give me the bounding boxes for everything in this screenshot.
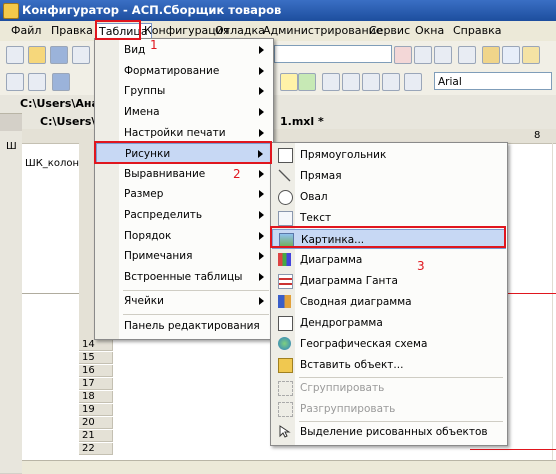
menu-bar: Файл Правка Таблица Конфигурация Отладка… xyxy=(0,21,556,42)
row-header[interactable]: 21 xyxy=(79,430,113,442)
app-icon xyxy=(3,3,19,19)
menu-item-distribute[interactable]: Распределить xyxy=(96,205,272,225)
left-panel: Ш xyxy=(0,131,23,473)
row-header[interactable]: 20 xyxy=(79,417,113,429)
annotation-box-3 xyxy=(270,226,506,248)
row-header[interactable]: 14 xyxy=(79,339,113,351)
help-icon[interactable] xyxy=(502,46,520,64)
window-title: Конфигуратор - АСП.Сборщик товаров xyxy=(22,3,282,17)
page-border-line-2 xyxy=(470,449,556,450)
insert-object-icon xyxy=(278,358,293,373)
row-header[interactable]: 22 xyxy=(79,443,113,455)
row-header[interactable]: 15 xyxy=(79,352,113,364)
new-document-icon[interactable] xyxy=(6,46,24,64)
grid-icon[interactable] xyxy=(52,73,70,91)
outer-doc-tab[interactable]: C:\Users\Ана xyxy=(0,95,556,114)
annotation-box-2 xyxy=(94,141,272,164)
menu-item-dendrogram[interactable]: Дендрограмма xyxy=(272,313,506,333)
outer-doc-path: C:\Users\Ана xyxy=(20,97,99,110)
align-center-icon[interactable] xyxy=(342,73,360,91)
dendrogram-icon xyxy=(278,316,293,331)
horizontal-scrollbar[interactable] xyxy=(22,460,556,474)
menu-help[interactable]: Справка xyxy=(450,23,504,39)
format-toolbar: Arial xyxy=(0,68,556,96)
clear-icon[interactable] xyxy=(394,46,412,64)
menu-item-gantt[interactable]: Диаграмма Ганта xyxy=(272,271,506,291)
table-menu: Вид Форматирование Группы Имена Настройк… xyxy=(94,38,274,340)
menu-windows[interactable]: Окна xyxy=(412,23,447,39)
menu-item-embedded-tables[interactable]: Встроенные таблицы xyxy=(96,267,272,287)
menu-item-notes[interactable]: Примечания xyxy=(96,246,272,266)
menu-item-oval[interactable]: Овал xyxy=(272,187,506,207)
rectangle-icon xyxy=(278,148,293,163)
line-icon xyxy=(278,169,291,182)
document-icon[interactable] xyxy=(522,46,540,64)
font-name-select[interactable]: Arial xyxy=(434,72,552,90)
menu-item-order[interactable]: Порядок xyxy=(96,226,272,246)
save-icon[interactable] xyxy=(50,46,68,64)
menu-item-ungroup: Разгруппировать xyxy=(272,399,506,419)
cut-icon[interactable] xyxy=(72,46,90,64)
justify-icon[interactable] xyxy=(382,73,400,91)
menu-item-geo-scheme[interactable]: Географическая схема xyxy=(272,334,506,354)
menu-item-groups[interactable]: Группы xyxy=(96,81,272,101)
globe-icon xyxy=(278,337,291,350)
left-marker: Ш xyxy=(6,141,17,152)
cursor-icon xyxy=(278,425,291,438)
menu-item-names[interactable]: Имена xyxy=(96,102,272,122)
row-header[interactable]: 19 xyxy=(79,404,113,416)
gantt-icon xyxy=(278,274,293,289)
fill-color-icon[interactable] xyxy=(280,73,298,91)
annotation-number-1: 1 xyxy=(150,38,158,52)
properties-icon[interactable] xyxy=(28,73,46,91)
menu-item-rectangle[interactable]: Прямоугольник xyxy=(272,145,506,165)
menu-service[interactable]: Сервис xyxy=(366,23,413,39)
menu-item-chart[interactable]: Диаграмма xyxy=(272,250,506,270)
menu-file[interactable]: Файл xyxy=(8,23,44,39)
row-header[interactable]: 17 xyxy=(79,378,113,390)
row-header[interactable]: 16 xyxy=(79,365,113,377)
table-icon[interactable] xyxy=(6,73,24,91)
copy-icon[interactable] xyxy=(458,46,476,64)
annotation-box-1 xyxy=(95,20,141,40)
column-header-8: 8 xyxy=(534,130,541,141)
inner-doc-suffix: 1.mxl * xyxy=(280,115,324,128)
align-right-icon[interactable] xyxy=(362,73,380,91)
menu-item-print-settings[interactable]: Настройки печати xyxy=(96,123,272,143)
menu-item-text[interactable]: Текст xyxy=(272,208,506,228)
group-icon xyxy=(278,381,293,396)
menu-item-formatting[interactable]: Форматирование xyxy=(96,61,272,81)
annotation-number-3: 3 xyxy=(417,259,425,273)
oval-icon xyxy=(278,190,293,205)
menu-item-size[interactable]: Размер xyxy=(96,184,272,204)
menu-item-alignment[interactable]: Выравнивание xyxy=(96,164,272,184)
find-next-icon[interactable] xyxy=(414,46,432,64)
search-combo[interactable] xyxy=(274,45,392,63)
wizard-icon[interactable] xyxy=(482,46,500,64)
menu-item-insert-object[interactable]: Вставить объект... xyxy=(272,355,506,375)
text-icon xyxy=(278,211,293,226)
chart-icon xyxy=(278,253,291,266)
menu-item-edit-panel[interactable]: Панель редактирования xyxy=(96,316,272,336)
pivot-chart-icon xyxy=(278,295,291,308)
align-left-icon[interactable] xyxy=(322,73,340,91)
title-bar: Конфигуратор - АСП.Сборщик товаров xyxy=(0,0,556,21)
menu-item-pivot-chart[interactable]: Сводная диаграмма xyxy=(272,292,506,312)
open-folder-icon[interactable] xyxy=(28,46,46,64)
menu-item-select-drawings[interactable]: Выделение рисованных объектов xyxy=(272,422,506,442)
standard-toolbar xyxy=(0,41,556,69)
indent-icon[interactable] xyxy=(404,73,422,91)
menu-item-line[interactable]: Прямая xyxy=(272,166,506,186)
row-header[interactable]: 18 xyxy=(79,391,113,403)
font-color-icon[interactable] xyxy=(298,73,316,91)
inner-doc-path: C:\Users\ xyxy=(40,115,96,128)
menu-item-group: Сгруппировать xyxy=(272,378,506,398)
find-prev-icon[interactable] xyxy=(434,46,452,64)
pictures-submenu: Прямоугольник Прямая Овал Текст Картинка… xyxy=(270,142,508,446)
ungroup-icon xyxy=(278,402,293,417)
menu-item-view[interactable]: Вид xyxy=(96,40,272,60)
menu-edit[interactable]: Правка xyxy=(48,23,96,39)
annotation-number-2: 2 xyxy=(233,167,241,181)
menu-item-cells[interactable]: Ячейки xyxy=(96,291,272,311)
